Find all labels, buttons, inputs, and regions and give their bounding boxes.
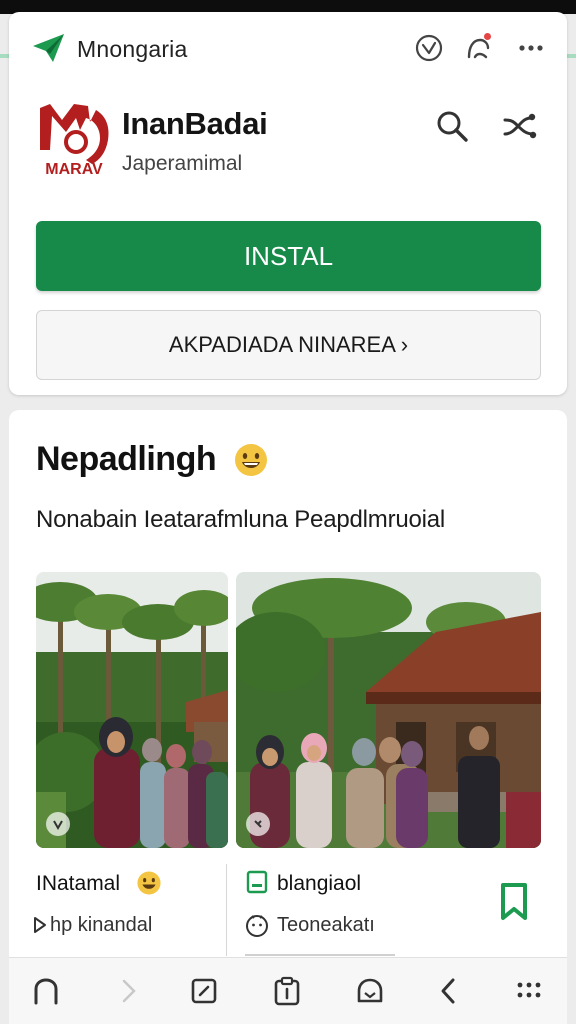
play-icon	[33, 916, 47, 934]
gallery-photo[interactable]	[36, 572, 228, 848]
secondary-action-button[interactable]: AKPADIADA NINAREA ›	[36, 310, 541, 380]
divider	[245, 954, 395, 956]
app-developer: Japeramimal	[122, 152, 243, 175]
brand-name: Mnongaria	[77, 36, 188, 62]
smiley-emoji-icon	[233, 442, 269, 478]
smiley-outline-icon	[244, 912, 270, 938]
smiley-emoji-icon	[136, 870, 162, 896]
forward-icon[interactable]	[108, 970, 150, 1012]
edit-square-icon[interactable]	[183, 970, 225, 1012]
more-horizontal-icon[interactable]	[515, 32, 547, 64]
shuffle-icon[interactable]	[502, 108, 538, 144]
accent-line	[566, 54, 576, 58]
search-icon[interactable]	[434, 108, 470, 144]
app-title: InanBadai	[122, 106, 268, 141]
clipboard-icon[interactable]	[266, 970, 308, 1012]
content-section: Nepadlingh Nonabain Ieatarafmluna Peapdl…	[9, 410, 567, 970]
app-logo: MARAV	[36, 100, 112, 178]
home-icon[interactable]	[25, 970, 67, 1012]
photo-title: blangiaol	[277, 872, 362, 895]
app-header-card: Mnongaria MARAV InanBadai Japeramimal IN…	[9, 12, 567, 395]
photo-info-icon[interactable]	[46, 812, 70, 836]
install-button[interactable]: INSTAL	[36, 221, 541, 291]
paper-plane-icon	[31, 32, 67, 64]
photo-subtitle: hp kinandal	[50, 914, 153, 936]
section-title: Nepadlingh	[36, 440, 217, 478]
photo-info-icon[interactable]	[246, 812, 270, 836]
divider	[226, 864, 227, 956]
section-description: Nonabain Ieatarafmluna Peapdlmruoial	[36, 506, 446, 533]
bookmark-icon[interactable]	[499, 882, 529, 922]
device-icon	[245, 870, 269, 894]
app-bar: Mnongaria	[9, 12, 567, 86]
notification-dot	[483, 32, 492, 41]
photo-subtitle: Teoneakatı	[277, 914, 375, 936]
photo-title: INatamal	[36, 872, 121, 895]
back-icon[interactable]	[427, 970, 469, 1012]
apps-grid-icon[interactable]	[508, 970, 550, 1012]
bottom-navigation	[9, 957, 567, 1024]
notification-bell-icon[interactable]	[463, 32, 495, 64]
check-circle-icon[interactable]	[413, 32, 445, 64]
assistant-icon[interactable]	[349, 970, 391, 1012]
gallery-photo[interactable]	[236, 572, 541, 848]
logo-wordmark: MARAV	[45, 161, 103, 176]
